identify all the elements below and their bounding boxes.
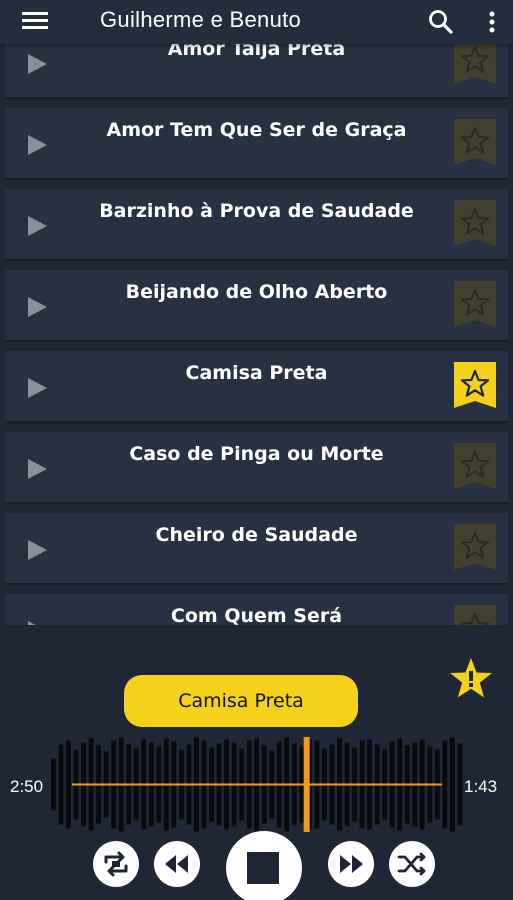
song-list[interactable]: Amor Talja Preta Amor Tem Que Ser de Graç… — [0, 0, 513, 625]
waveform-bar — [51, 758, 56, 811]
rewind-button[interactable] — [153, 840, 201, 888]
hamburger-menu-icon[interactable] — [20, 8, 52, 36]
stop-button[interactable] — [225, 830, 303, 900]
song-row[interactable]: Amor Tem Que Ser de Graça — [5, 108, 508, 180]
favorite-star-icon[interactable] — [454, 524, 496, 570]
waveform-bar — [66, 740, 71, 829]
play-icon[interactable] — [26, 458, 48, 480]
waveform-bar — [457, 743, 463, 826]
song-title: Barzinho à Prova de Saudade — [99, 200, 414, 222]
song-row[interactable]: Beijando de Olho Aberto — [5, 270, 508, 342]
seek-thumb[interactable] — [303, 737, 310, 832]
favorite-star-icon[interactable] — [454, 119, 496, 165]
play-icon[interactable] — [26, 377, 48, 399]
favorite-star-icon[interactable] — [454, 605, 496, 625]
shuffle-button[interactable] — [388, 840, 436, 888]
page-title: Guilherme e Benuto — [100, 7, 302, 32]
favorite-star-icon[interactable] — [454, 281, 496, 327]
stop-icon — [247, 852, 279, 884]
favorite-star-icon[interactable] — [454, 200, 496, 246]
song-row[interactable]: Com Quem Será — [5, 594, 508, 625]
play-icon[interactable] — [26, 539, 48, 561]
app-bar: Guilherme e Benuto — [0, 0, 513, 44]
song-row[interactable]: Camisa Preta — [5, 351, 508, 423]
play-icon[interactable] — [26, 215, 48, 237]
play-icon[interactable] — [26, 134, 48, 156]
song-row[interactable]: Cheiro de Saudade — [5, 513, 508, 585]
song-row[interactable]: Barzinho à Prova de Saudade — [5, 189, 508, 261]
song-title: Cheiro de Saudade — [155, 524, 358, 546]
waveform-seekbar[interactable] — [50, 737, 464, 832]
song-title: Caso de Pinga ou Morte — [129, 443, 384, 465]
play-icon[interactable] — [26, 53, 48, 75]
song-title: Com Quem Será — [170, 605, 343, 625]
fast-forward-button[interactable] — [327, 840, 375, 888]
waveform-bar — [442, 740, 448, 829]
waveform-bar — [449, 737, 455, 832]
song-title: Amor Tem Que Ser de Graça — [106, 119, 407, 141]
song-row[interactable]: Caso de Pinga ou Morte — [5, 432, 508, 504]
now-playing-button[interactable]: Camisa Preta — [124, 675, 358, 727]
repeat-button[interactable] — [92, 840, 140, 888]
more-vertical-icon[interactable] — [486, 10, 498, 34]
search-icon[interactable] — [428, 9, 454, 35]
player-panel: Camisa Preta 2:50 1:43 — [0, 625, 513, 900]
play-icon[interactable] — [26, 296, 48, 318]
song-title: Beijando de Olho Aberto — [125, 281, 388, 303]
favorite-star-icon[interactable] — [454, 443, 496, 489]
star-icon[interactable] — [448, 655, 494, 701]
elapsed-time: 2:50 — [10, 777, 44, 796]
remaining-time: 1:43 — [464, 777, 498, 796]
waveform-bar — [58, 744, 64, 825]
favorite-star-icon[interactable] — [454, 38, 496, 84]
song-title: Camisa Preta — [185, 362, 328, 384]
favorite-star-icon[interactable] — [454, 362, 496, 408]
